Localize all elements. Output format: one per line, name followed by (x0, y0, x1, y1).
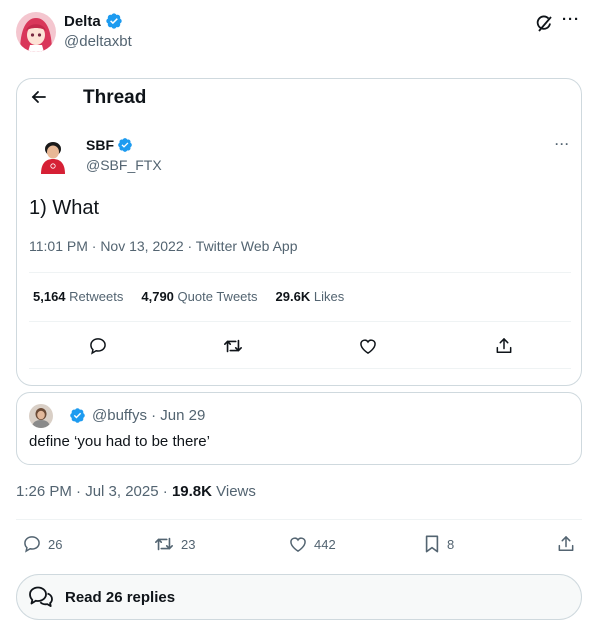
views-count: 19.8K (171, 483, 212, 500)
post-meta: 1:26 PM · Jul 3, 2025 · 19.8K Views (16, 483, 256, 500)
sbf-stats: 5,164 Retweets 4,790 Quote Tweets 29.6K … (33, 289, 344, 304)
retweet-icon (222, 336, 244, 356)
stat-label: Retweets (69, 289, 124, 304)
author-name[interactable]: Delta (64, 12, 123, 30)
share-icon (494, 336, 514, 356)
stat-label: Quote Tweets (177, 289, 258, 304)
grok-icon[interactable] (534, 14, 554, 34)
quote-avatar (29, 404, 53, 428)
stat-quote-tweets: 4,790 Quote Tweets (141, 289, 257, 304)
bookmark-icon (425, 535, 439, 553)
chat-bubbles-icon (29, 586, 53, 607)
reply-icon (88, 336, 108, 356)
share-button[interactable] (556, 534, 576, 554)
repost-button[interactable]: 23 (153, 534, 195, 554)
like-icon (358, 336, 378, 356)
like-count: 442 (314, 536, 336, 552)
repost-count: 23 (181, 536, 196, 552)
sbf-name-text: SBF (86, 137, 114, 153)
stat-label: Likes (313, 289, 345, 304)
divider (16, 519, 582, 520)
stat-likes: 29.6K Likes (276, 289, 345, 304)
reply-count: 26 (48, 536, 63, 552)
verified-badge-icon (106, 13, 122, 29)
more-icon: ··· (555, 137, 570, 151)
back-arrow-icon (29, 87, 49, 107)
read-replies-label: Read 26 replies (65, 588, 176, 606)
author-avatar[interactable] (16, 12, 56, 52)
retweet-icon (155, 537, 173, 551)
quote-header: @buffys · Jun 29 (69, 407, 205, 424)
verified-badge-icon (70, 408, 85, 423)
more-icon[interactable]: ··· (562, 11, 580, 28)
sbf-name: SBF (86, 137, 133, 153)
divider (29, 368, 571, 369)
quote-text: define ‘you had to be there’ (29, 433, 210, 450)
sbf-tweet-meta: 11:01 PM · Nov 13, 2022 · Twitter Web Ap… (29, 238, 298, 254)
quote-header-text: @buffys · Jun 29 (92, 407, 206, 424)
divider (29, 321, 571, 322)
views-label: Views (216, 483, 256, 500)
like-icon (290, 537, 306, 552)
verified-badge-icon (118, 138, 132, 152)
author-name-text[interactable]: Delta (64, 13, 101, 30)
stat-retweets: 5,164 Retweets (33, 289, 123, 304)
read-replies-button[interactable]: Read 26 replies (16, 574, 582, 620)
sbf-tweet-text: 1) What (29, 197, 100, 219)
sbf-handle: @SBF_FTX (86, 157, 162, 173)
reply-button[interactable]: 26 (22, 534, 62, 554)
divider (29, 272, 571, 273)
quoted-post[interactable]: @buffys · Jun 29 define ‘you had to be t… (16, 392, 582, 465)
sbf-avatar (37, 138, 69, 174)
stat-count: 29.6K (275, 289, 311, 304)
like-button[interactable]: 442 (288, 534, 336, 554)
thread-title: Thread (83, 87, 147, 108)
reply-icon (24, 536, 40, 553)
bookmark-button[interactable]: 8 (423, 534, 454, 554)
stat-count: 4,790 (141, 289, 174, 304)
stat-count: 5,164 (33, 289, 66, 304)
author-handle[interactable]: @deltaxbt (64, 33, 132, 50)
bookmark-count: 8 (447, 536, 455, 552)
share-icon (558, 536, 574, 551)
attached-screenshot[interactable]: Thread SBF @SBF_FTX ··· 1) What 11:01 PM… (16, 78, 582, 386)
post-timestamp[interactable]: 1:26 PM · Jul 3, 2025 (16, 483, 159, 500)
